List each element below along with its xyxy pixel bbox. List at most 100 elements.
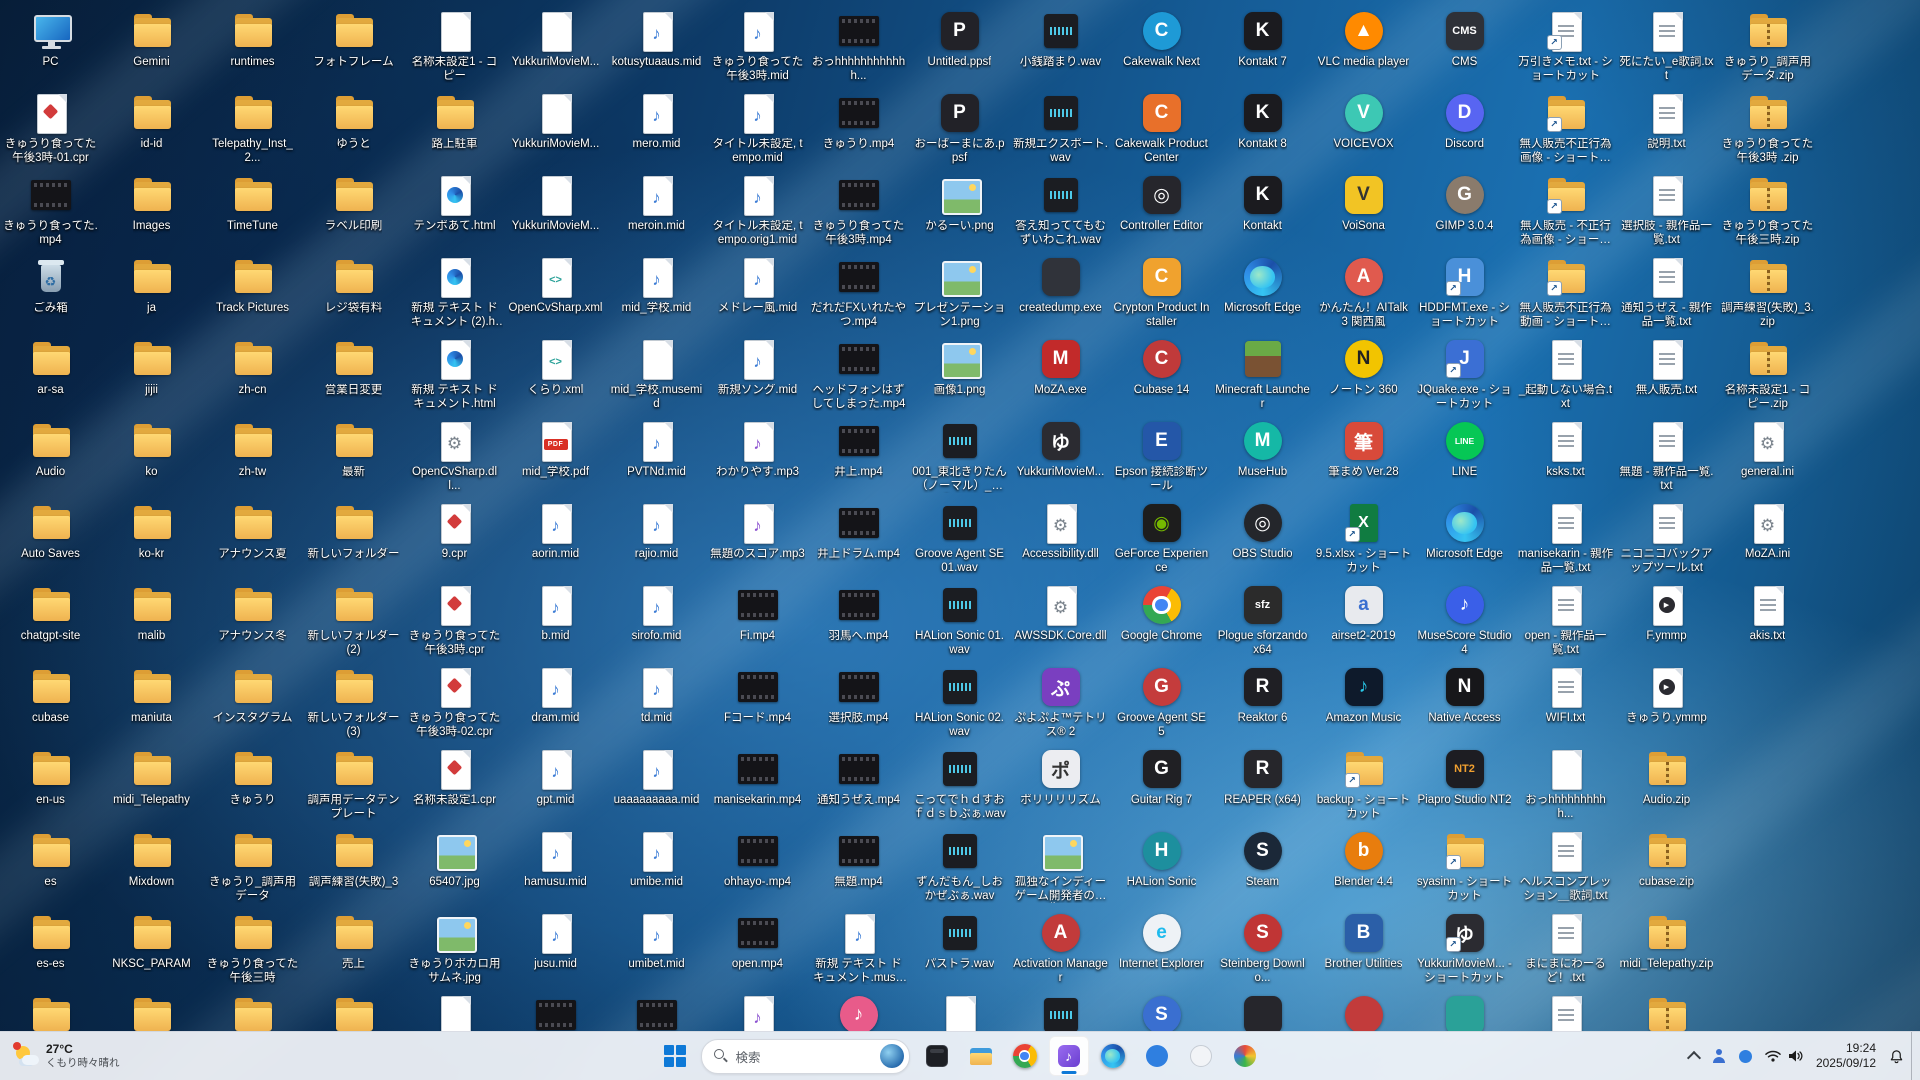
desktop-icon[interactable]: ♻ ごみ箱 [0,250,101,332]
desktop-icon[interactable]: open - 親作品一覧.txt [1515,578,1616,660]
desktop-icon[interactable]: ↗ 無人販売 - 不正行為画像 - ショートカット [1515,168,1616,250]
desktop-icon[interactable]: Minecraft Launcher [1212,332,1313,414]
desktop-icon[interactable]: P Untitled.ppsf [909,4,1010,86]
desktop-icon[interactable]: id-id [101,86,202,168]
desktop-icon[interactable]: 最新 [303,414,404,496]
desktop-icon[interactable]: Audio.zip [1616,742,1717,824]
show-desktop-button[interactable] [1911,1032,1918,1080]
desktop-icon[interactable]: malib [101,578,202,660]
desktop-icon[interactable]: レジ袋有料 [303,250,404,332]
desktop-icon[interactable]: C Cakewalk Next [1111,4,1212,86]
desktop-icon[interactable]: 路上駐車 [404,86,505,168]
desktop-icon[interactable] [202,988,303,1032]
desktop-icon[interactable]: midi_Telepathy [101,742,202,824]
desktop-icon[interactable]: zh-cn [202,332,303,414]
desktop-icon[interactable]: ▲ VLC media player [1313,4,1414,86]
desktop-icon[interactable]: midi_Telepathy.zip [1616,906,1717,988]
desktop-icon[interactable]: きゅうり食ってた午後3時-01.cpr [0,86,101,168]
desktop-icon[interactable]: Microsoft Edge [1212,250,1313,332]
desktop-icon[interactable]: ♪ umibet.mid [606,906,707,988]
desktop-icon[interactable]: Microsoft Edge [1414,496,1515,578]
desktop-icon[interactable]: ko-kr [101,496,202,578]
desktop-icon[interactable]: cubase.zip [1616,824,1717,906]
desktop-icon[interactable]: きゅうり食ってた午後3時.mp4 [808,168,909,250]
desktop-icon[interactable] [1616,988,1717,1032]
desktop-icon[interactable]: ゆ ↗ YukkuriMovieM... - ショートカット [1414,906,1515,988]
desktop-icon[interactable]: 調声練習(失敗)_3.zip [1717,250,1818,332]
desktop-icon[interactable]: 画像1.png [909,332,1010,414]
desktop-icon[interactable]: ↗ 万引きメモ.txt - ショートカット [1515,4,1616,86]
desktop-icon[interactable]: e Internet Explorer [1111,906,1212,988]
desktop-icon[interactable]: N Native Access [1414,660,1515,742]
desktop-icon[interactable]: テンポあて.html [404,168,505,250]
desktop-icon[interactable]: Fi.mp4 [707,578,808,660]
desktop-icon[interactable]: Telepathy_Inst_2... [202,86,303,168]
desktop-icon[interactable]: ♪ uaaaaaaaaa.mid [606,742,707,824]
desktop-icon[interactable]: ♪ mero.mid [606,86,707,168]
taskbar-app-edge[interactable] [1093,1036,1133,1076]
desktop-icon[interactable]: runtimes [202,4,303,86]
desktop-icon[interactable]: ♪ わかりやす.mp3 [707,414,808,496]
desktop-icon[interactable]: 通知うぜえ - 親作品一覧.txt [1616,250,1717,332]
desktop-icon[interactable]: 名称未設定1.cpr [404,742,505,824]
desktop-icon[interactable]: プレゼンテーション1.png [909,250,1010,332]
taskbar-app-file-explorer[interactable] [961,1036,1001,1076]
taskbar-app-chrome[interactable] [1005,1036,1045,1076]
taskbar-app-light-circle-app[interactable] [1181,1036,1221,1076]
desktop-icon[interactable]: K Kontakt 8 [1212,86,1313,168]
desktop-icon[interactable]: 9.cpr [404,496,505,578]
desktop-icon[interactable]: 65407.jpg [404,824,505,906]
desktop-icon[interactable]: きゅうりポカロ用サムネ.jpg [404,906,505,988]
desktop-icon[interactable]: K Kontakt 7 [1212,4,1313,86]
desktop-icon[interactable]: きゅうり.mp4 [808,86,909,168]
desktop-icon[interactable]: ♪ タイトル未設定, tempo.mid [707,86,808,168]
weather-widget[interactable]: 27°C くもり時々晴れ [6,1036,129,1076]
desktop-icon[interactable]: ♪ メドレー風.mid [707,250,808,332]
desktop-icon[interactable]: ♪ meroin.mid [606,168,707,250]
desktop-icon[interactable]: M MoZA.exe [1010,332,1111,414]
desktop-icon[interactable]: ♪ タイトル未設定, tempo.orig1.mid [707,168,808,250]
desktop-icon[interactable]: TimeTune [202,168,303,250]
desktop-icon[interactable]: ♪ hamusu.mid [505,824,606,906]
desktop-icon[interactable]: きゅうり_調声用データ.zip [1717,4,1818,86]
desktop-icon[interactable]: N ノートン 360 [1313,332,1414,414]
desktop-icon[interactable]: ずんだもん_しおかぜぶぁ.wav [909,824,1010,906]
desktop-icon[interactable]: ♪ [707,988,808,1032]
desktop-icon[interactable]: 羽馬へ.mp4 [808,578,909,660]
desktop-icon[interactable]: 答え知っててもむずいわこれ.wav [1010,168,1111,250]
desktop-icon[interactable]: D Discord [1414,86,1515,168]
desktop-icon[interactable]: Auto Saves [0,496,101,578]
tray-user-button[interactable] [1706,1036,1732,1076]
desktop-icon[interactable]: 調声用データテンプレート [303,742,404,824]
desktop-icon[interactable]: Audio [0,414,101,496]
desktop-icon[interactable]: G GIMP 3.0.4 [1414,168,1515,250]
desktop-icon[interactable]: ゆ YukkuriMovieM... [1010,414,1111,496]
desktop-icon[interactable]: Images [101,168,202,250]
desktop-icon[interactable]: ♪ MuseScore Studio 4 [1414,578,1515,660]
desktop-icon[interactable]: Gemini [101,4,202,86]
desktop-icon[interactable]: <> くらり.xml [505,332,606,414]
desktop-icon[interactable]: ↗ syasinn - ショートカット [1414,824,1515,906]
desktop-icon[interactable]: Groove Agent SE 01.wav [909,496,1010,578]
desktop-icon[interactable]: ♪ dram.mid [505,660,606,742]
desktop-icon[interactable]: J ↗ JQuake.exe - ショートカット [1414,332,1515,414]
desktop-icon[interactable]: createdump.exe [1010,250,1111,332]
desktop-icon[interactable]: 井上ドラム.mp4 [808,496,909,578]
desktop-icon[interactable]: V VoiSona [1313,168,1414,250]
desktop-icon[interactable] [404,988,505,1032]
desktop-icon[interactable]: ♪ Amazon Music [1313,660,1414,742]
desktop-icon[interactable] [1515,988,1616,1032]
taskbar-app-color-circle-app[interactable] [1225,1036,1265,1076]
desktop-icon[interactable]: ♪ PVTNd.mid [606,414,707,496]
desktop-icon[interactable]: K Kontakt [1212,168,1313,250]
desktop-icon[interactable] [101,988,202,1032]
desktop-icon[interactable]: ♪ kotusytuaaus.mid [606,4,707,86]
desktop-icon[interactable]: manisekarin - 親作品一覧.txt [1515,496,1616,578]
desktop-icon[interactable]: 売上 [303,906,404,988]
desktop-icon[interactable]: S Steam [1212,824,1313,906]
desktop-icon[interactable]: CMS CMS [1414,4,1515,86]
desktop-icon[interactable]: アナウンス夏 [202,496,303,578]
desktop-icon[interactable]: WIFI.txt [1515,660,1616,742]
desktop-icon[interactable]: ♪ aorin.mid [505,496,606,578]
desktop-icon[interactable]: 小銭踏まり.wav [1010,4,1111,86]
